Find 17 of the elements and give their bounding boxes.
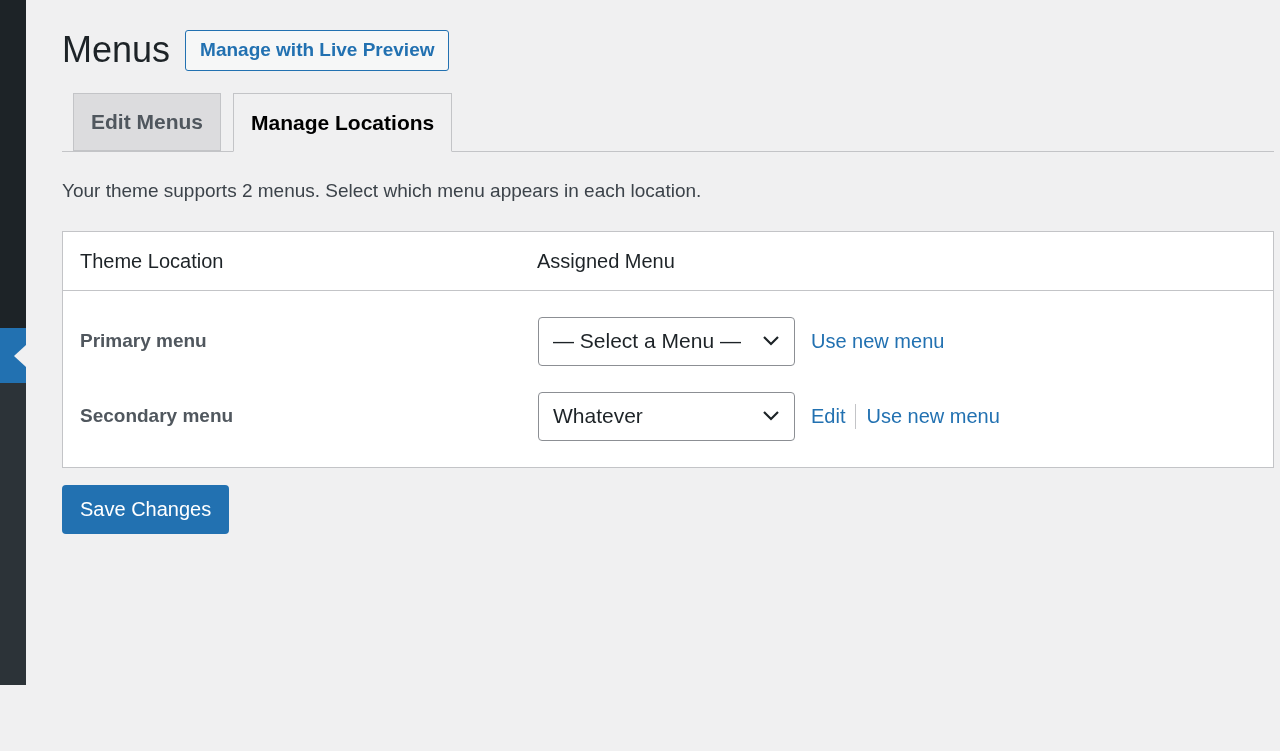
location-name: Secondary menu: [80, 403, 235, 428]
location-name: Primary menu: [80, 328, 208, 353]
chevron-down-icon: [762, 410, 780, 422]
column-header: Theme Location: [80, 248, 225, 274]
save-changes-button[interactable]: Save Changes: [62, 484, 230, 534]
location-link[interactable]: Use new menu: [866, 401, 1000, 431]
location-link[interactable]: Use new menu: [811, 326, 945, 356]
chevron-down-icon: [762, 335, 780, 347]
tab[interactable]: Edit Menus: [73, 93, 221, 151]
menu-select[interactable]: Whatever: [538, 391, 795, 441]
page-title: Menus: [62, 28, 171, 72]
tab[interactable]: Manage Locations: [233, 93, 453, 152]
column-header: Assigned Menu: [537, 248, 675, 274]
location-link[interactable]: Edit: [811, 401, 846, 431]
live-preview-button[interactable]: Manage with Live Preview: [185, 29, 450, 71]
menu-select[interactable]: — Select a Menu —: [538, 316, 795, 366]
description-text: Your theme supports 2 menus. Select which menu appears in each location.: [62, 179, 703, 203]
